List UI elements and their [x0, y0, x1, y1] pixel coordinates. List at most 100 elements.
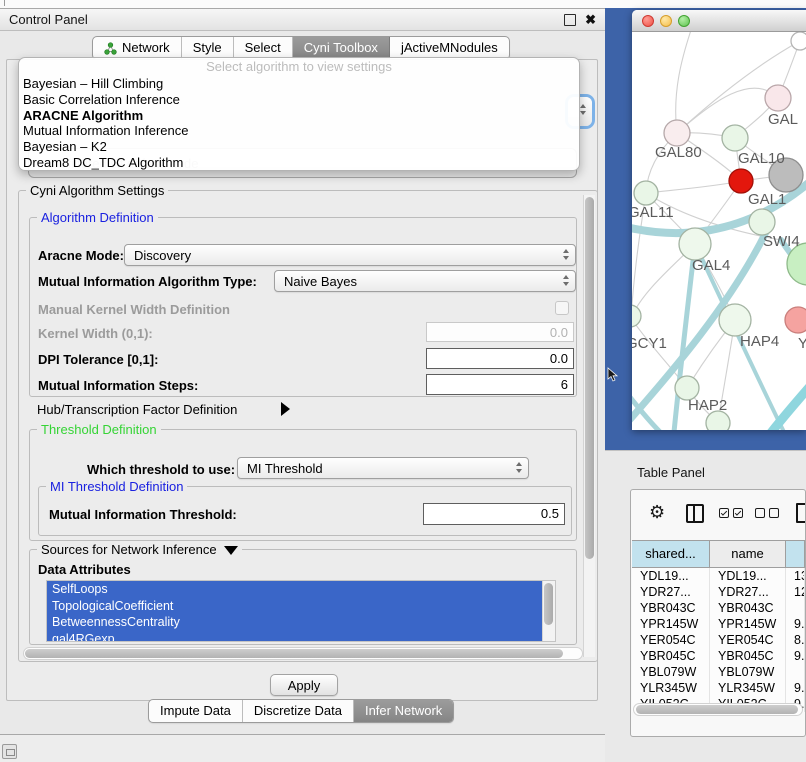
settings-horizontal-scrollbar[interactable]	[23, 647, 583, 660]
aracne-mode-combobox[interactable]: Discovery	[124, 244, 576, 266]
tab-style[interactable]: Style	[182, 37, 234, 59]
hub-section-label: Hub/Transcription Factor Definition	[37, 402, 237, 417]
attribute-item[interactable]: SelfLoops	[47, 581, 542, 598]
node-gcy1[interactable]	[632, 305, 641, 327]
which-threshold-combobox[interactable]: MI Threshold	[237, 457, 529, 479]
mi-steps-field[interactable]: 6	[426, 374, 574, 395]
columns-icon[interactable]	[686, 504, 704, 523]
node-unlabeled-top[interactable]	[791, 32, 806, 50]
algorithm-option[interactable]: Basic Correlation Inference	[19, 92, 579, 108]
mi-steps-label: Mutual Information Steps:	[38, 378, 198, 393]
tab-discretize-data[interactable]: Discretize Data	[243, 700, 354, 722]
table-horizontal-scrollbar[interactable]	[633, 703, 803, 716]
mi-threshold-field[interactable]: 0.5	[423, 503, 565, 525]
column-header-shared-name[interactable]: shared...	[632, 541, 710, 567]
algorithm-dropdown-prompt: Select algorithm to view settings	[19, 58, 579, 76]
node-gal11[interactable]	[634, 181, 658, 205]
cell-shared-name: YDR27...	[632, 584, 710, 600]
threshold-definition-group: Threshold Definition Which threshold to …	[29, 429, 577, 541]
table-row[interactable]: YDR27... YDR27... 12	[632, 584, 805, 600]
sources-collapse-arrow-icon[interactable]	[224, 546, 238, 555]
node-label: GAL1	[748, 191, 786, 208]
node-gal4[interactable]	[679, 228, 711, 260]
table-header-row: shared... name	[632, 540, 805, 568]
mi-type-combobox[interactable]: Naive Bayes	[274, 270, 576, 292]
table-row[interactable]: YER054C YER054C 8.	[632, 632, 805, 648]
sources-group-title: Sources for Network Inference	[37, 542, 242, 557]
manual-kernel-checkbox[interactable]	[555, 301, 569, 315]
settings-vertical-scrollbar-thumb[interactable]	[585, 197, 594, 559]
node-label: SWI4	[763, 233, 800, 250]
algorithm-option[interactable]: Mutual Information Inference	[19, 123, 579, 139]
table-row[interactable]: YBR043C YBR043C	[632, 600, 805, 616]
cell-name: YPR145W	[710, 616, 786, 632]
deselect-all-icon[interactable]	[755, 508, 779, 518]
attributes-list-scrollbar[interactable]	[542, 581, 555, 641]
table-horizontal-scrollbar-thumb[interactable]	[636, 705, 798, 714]
network-canvas[interactable]: GAL GAL80 GAL10 GAL1 GAL11 SWI4 GAL4 GCY…	[632, 32, 806, 430]
cyni-algorithm-settings-group: Cyni Algorithm Settings Algorithm Defini…	[18, 190, 598, 662]
node-gal80[interactable]	[664, 120, 690, 146]
cell-value: 9.	[786, 616, 805, 632]
apply-button[interactable]: Apply	[270, 674, 338, 696]
node-label: GCY1	[632, 335, 667, 352]
minimized-panel-icon[interactable]	[2, 744, 17, 759]
table-row[interactable]: YLR345W YLR345W 9.	[632, 680, 805, 696]
network-graph: GAL GAL80 GAL10 GAL1 GAL11 SWI4 GAL4 GCY…	[632, 32, 806, 430]
node-hap4[interactable]	[719, 304, 751, 336]
cell-shared-name: YLR345W	[632, 680, 710, 696]
cell-shared-name: YBL079W	[632, 664, 710, 680]
tab-discretize-data-label: Discretize Data	[254, 700, 342, 722]
table-row[interactable]: YPR145W YPR145W 9.	[632, 616, 805, 632]
algorithm-option[interactable]: Bayesian – Hill Climbing	[19, 76, 579, 92]
application-screen: Control Panel ✖ Network Style Select Cyn	[0, 0, 806, 762]
attribute-item[interactable]: TopologicalCoefficient	[47, 598, 542, 615]
document-icon[interactable]	[796, 503, 806, 523]
select-all-icon[interactable]	[719, 508, 743, 518]
node-gal1[interactable]	[729, 169, 753, 193]
tab-cyni-toolbox[interactable]: Cyni Toolbox	[293, 37, 390, 59]
minimize-traffic-light[interactable]	[660, 15, 672, 27]
column-header-partial[interactable]	[786, 541, 805, 567]
cell-name: YDR27...	[710, 584, 786, 600]
close-traffic-light[interactable]	[642, 15, 654, 27]
tab-impute-data[interactable]: Impute Data	[149, 700, 243, 722]
tab-jactivemnodules[interactable]: jActiveMNodules	[390, 37, 509, 59]
float-window-icon[interactable]	[564, 14, 576, 26]
tab-impute-data-label: Impute Data	[160, 700, 231, 722]
settings-horizontal-scrollbar-thumb[interactable]	[25, 649, 563, 658]
hub-expand-arrow-icon[interactable]	[281, 402, 290, 416]
table-row[interactable]: YDL19... YDL19... 13	[632, 568, 805, 584]
table-row[interactable]: YBL079W YBL079W	[632, 664, 805, 680]
close-icon[interactable]: ✖	[585, 15, 596, 25]
top-tick	[4, 0, 5, 6]
data-attributes-list[interactable]: SelfLoops TopologicalCoefficient Between…	[46, 580, 556, 642]
node-gal-partial[interactable]	[765, 85, 791, 111]
node-salmon[interactable]	[785, 307, 806, 333]
algorithm-option[interactable]: Dream8 DC_TDC Algorithm	[19, 155, 579, 171]
attributes-list-scrollbar-thumb[interactable]	[544, 583, 553, 625]
tab-select[interactable]: Select	[234, 37, 293, 59]
algorithm-option-selected[interactable]: ARACNE Algorithm	[19, 108, 579, 124]
dpi-tolerance-field[interactable]: 0.0	[426, 348, 574, 369]
node-gal10[interactable]	[722, 125, 748, 151]
tab-network[interactable]: Network	[93, 37, 182, 59]
gear-icon[interactable]: ⚙	[649, 502, 665, 522]
cell-value: 8.	[786, 632, 805, 648]
zoom-traffic-light[interactable]	[678, 15, 690, 27]
tab-infer-network[interactable]: Infer Network	[354, 700, 453, 722]
cell-name: YDL19...	[710, 568, 786, 584]
table-row[interactable]: YBR045C YBR045C 9.	[632, 648, 805, 664]
node-swi4[interactable]	[749, 209, 775, 235]
kernel-width-field[interactable]: 0.0	[426, 322, 574, 342]
settings-vertical-scrollbar[interactable]	[583, 195, 595, 657]
attribute-item[interactable]: gal4RGexp	[47, 631, 542, 643]
attribute-item[interactable]: BetweennessCentrality	[47, 614, 542, 631]
column-header-name[interactable]: name	[710, 541, 786, 567]
unchecked-box-icon	[769, 508, 779, 518]
cyni-mode-tab-bar: Impute Data Discretize Data Infer Networ…	[148, 699, 454, 723]
table-panel: Table Panel ⚙ shared... name	[605, 450, 806, 762]
which-threshold-value: MI Threshold	[247, 461, 323, 476]
table-panel-title: Table Panel	[637, 465, 705, 480]
algorithm-option[interactable]: Bayesian – K2	[19, 139, 579, 155]
